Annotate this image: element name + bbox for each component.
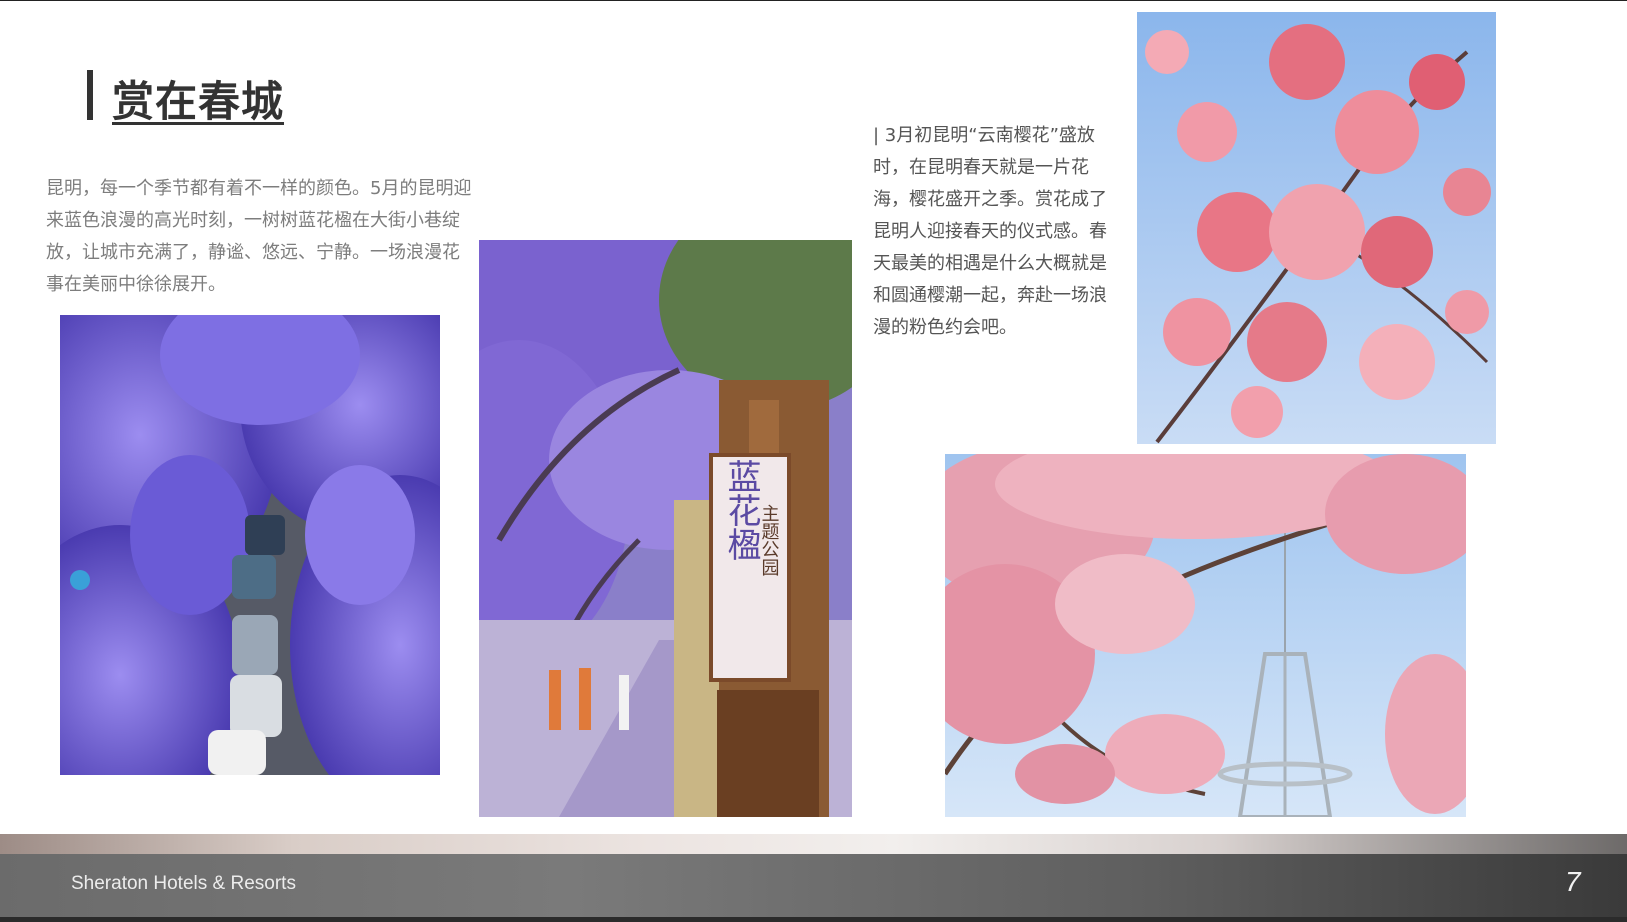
- top-border: [0, 0, 1627, 1]
- sign-title: 蓝花楹: [721, 459, 761, 561]
- cherry-blossom-tower-photo: [945, 454, 1466, 817]
- footer-brand: Sheraton Hotels & Resorts: [71, 873, 296, 894]
- cherry-blossom-closeup-photo: [1137, 12, 1496, 444]
- footer-bottom-edge: [0, 917, 1627, 922]
- page-title: 赏在春城: [112, 77, 285, 126]
- page-number: 7: [1565, 866, 1581, 897]
- sign-subtitle: 主题公园: [759, 504, 780, 576]
- footer-accent-strip: [0, 834, 1627, 854]
- intro-paragraph: 昆明，每一个季节都有着不一样的颜色。5月的昆明迎来蓝色浪漫的高光时刻，一树树蓝花…: [46, 178, 472, 295]
- jacaranda-street-photo: [60, 315, 440, 775]
- title-accent-bar: [87, 70, 93, 120]
- cherry-blossom-paragraph: | 3月初昆明“云南樱花”盛放时，在昆明春天就是一片花海，樱花盛开之季。赏花成了…: [873, 125, 1107, 338]
- jacaranda-park-sign-photo: 蓝花楹 主题公园: [479, 240, 852, 817]
